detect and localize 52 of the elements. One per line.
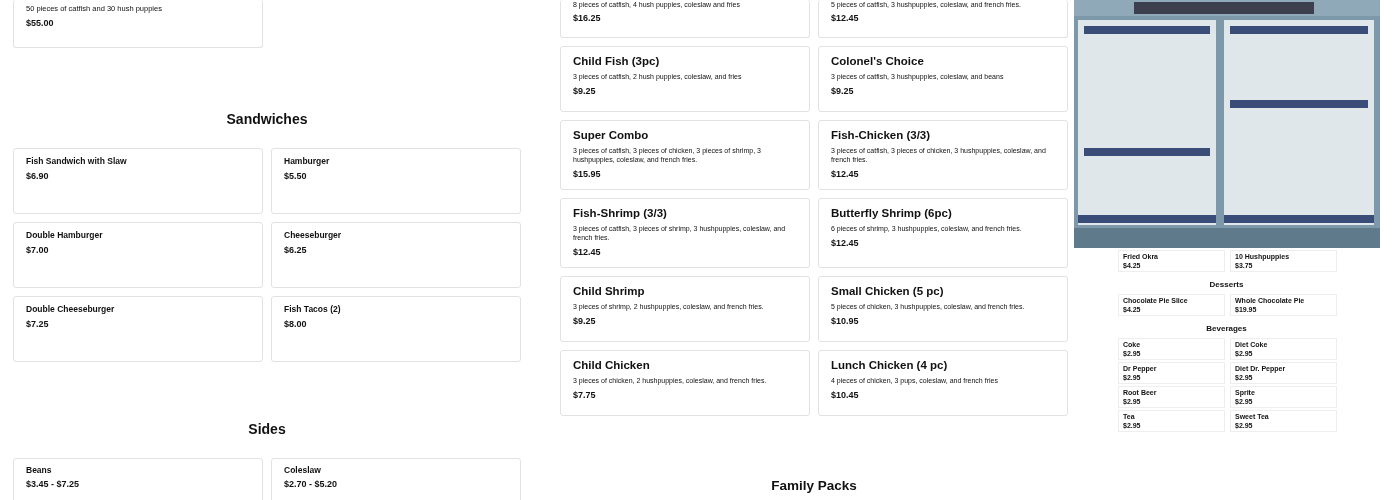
- item-price: $7.25: [26, 319, 49, 329]
- section-heading: Desserts: [1209, 280, 1244, 289]
- item-name: Coleslaw: [284, 465, 321, 475]
- item-price: $10.45: [831, 390, 859, 400]
- menu-card[interactable]: Hamburger $5.50: [271, 148, 521, 214]
- item-name: Double Cheeseburger: [26, 304, 115, 314]
- item-name: Child Shrimp: [573, 285, 645, 297]
- item-name: Colonel's Choice: [831, 55, 924, 67]
- item-price: $15.95: [573, 169, 601, 179]
- item-name: Small Chicken (5 pc): [831, 285, 944, 297]
- item-price: $10.95: [831, 316, 859, 326]
- item-name: Lunch Chicken (4 pc): [831, 359, 948, 371]
- item-price: $55.00: [26, 18, 54, 28]
- item-name: Super Combo: [573, 129, 649, 141]
- section-heading: Sides: [247, 420, 287, 439]
- section-heading: Sandwiches: [225, 110, 309, 129]
- item-price: $16.25: [573, 13, 601, 23]
- item-name: Hamburger: [284, 156, 330, 166]
- item-price: $12.45: [831, 13, 859, 23]
- section-heading: Beverages: [1206, 324, 1247, 333]
- item-price: $9.25: [573, 86, 596, 96]
- menu-card[interactable]: Fish Tacos (2) $8.00: [271, 296, 521, 362]
- item-name: Fish-Shrimp (3/3): [573, 207, 667, 219]
- item-price: $12.45: [831, 169, 859, 179]
- section-heading: Family Packs: [770, 478, 858, 493]
- item-price: $6.25: [284, 245, 307, 255]
- item-name: Beans: [26, 465, 52, 475]
- menu-card[interactable]: Double Hamburger $7.00: [13, 222, 263, 288]
- item-name: Butterfly Shrimp (6pc): [831, 207, 952, 219]
- item-price: $6.90: [26, 171, 49, 181]
- item-name: Double Hamburger: [26, 230, 103, 240]
- menu-card[interactable]: Double Cheeseburger $7.25: [13, 296, 263, 362]
- menu-card[interactable]: Beans $3.45 - $7.25: [13, 458, 263, 500]
- item-name: Fish-Chicken (3/3): [831, 129, 931, 141]
- item-name: Fish Tacos (2): [284, 304, 341, 314]
- item-price: $9.25: [831, 86, 854, 96]
- item-price: $9.25: [573, 316, 596, 326]
- menu-card[interactable]: Fish Sandwich with Slaw $6.90: [13, 148, 263, 214]
- item-name: Child Chicken: [573, 359, 650, 371]
- item-price: $12.45: [831, 238, 859, 248]
- item-price: $7.75: [573, 390, 596, 400]
- item-name: Fish Sandwich with Slaw: [26, 156, 127, 166]
- item-price: $5.50: [284, 171, 307, 181]
- item-price: $8.00: [284, 319, 307, 329]
- item-price: $7.00: [26, 245, 49, 255]
- menu-card[interactable]: Cheeseburger $6.25: [271, 222, 521, 288]
- item-price: $12.45: [573, 247, 601, 257]
- item-name: Cheeseburger: [284, 230, 342, 240]
- item-name: Child Fish (3pc): [573, 55, 660, 67]
- item-price: $2.70 - $5.20: [284, 479, 338, 489]
- menu-card[interactable]: Coleslaw $2.70 - $5.20: [271, 458, 521, 500]
- item-price: $3.45 - $7.25: [26, 479, 80, 489]
